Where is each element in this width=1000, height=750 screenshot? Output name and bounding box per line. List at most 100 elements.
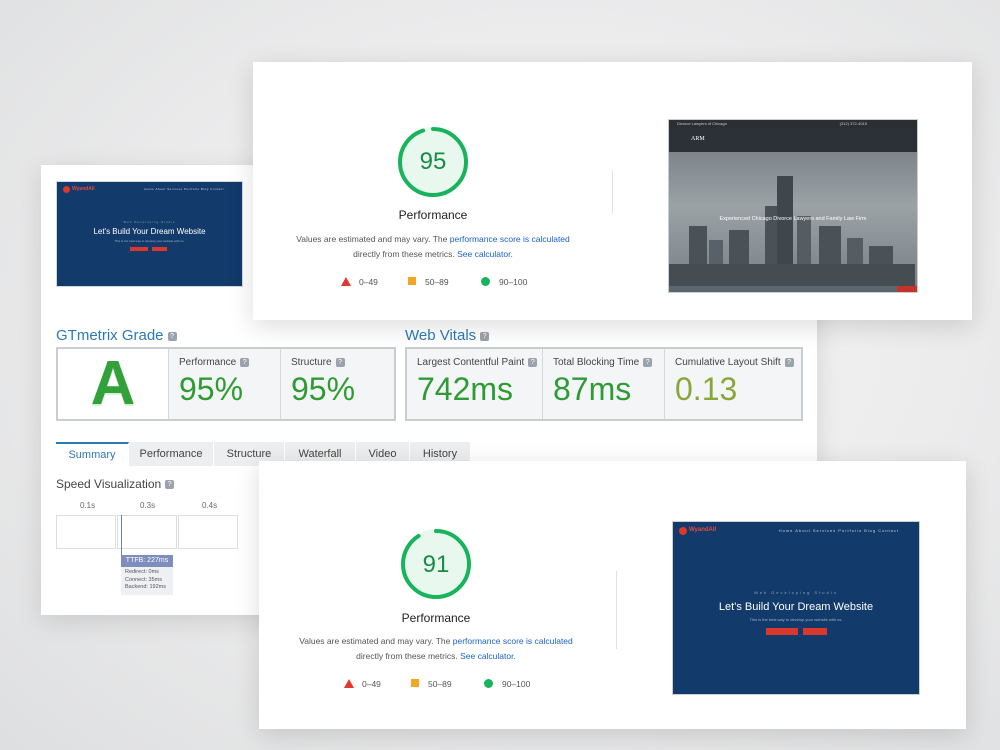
pass-circle-icon: [484, 679, 493, 688]
screenshot-navbar: ARM: [669, 128, 917, 152]
web-vitals-title: Web Vitals: [405, 327, 477, 344]
tab-summary[interactable]: Summary: [56, 442, 129, 466]
score-note: Values are estimated and may vary. The p…: [263, 232, 603, 262]
fail-triangle-icon: [341, 277, 351, 286]
fail-triangle-icon: [344, 679, 354, 688]
lcp-metric: Largest Contentful Paint? 742ms: [407, 349, 542, 419]
screenshot-tagline: Web Developing Studio: [754, 590, 838, 595]
average-square-icon: [411, 679, 419, 687]
logo-icon: [63, 186, 70, 193]
see-calculator-link[interactable]: See calculator.: [460, 651, 516, 661]
metric-label: Performance?: [179, 357, 250, 368]
metric-label: Cumulative Layout Shift?: [675, 357, 794, 368]
tbt-metric: Total Blocking Time? 87ms: [542, 349, 665, 419]
screenshot-brand: ARM: [691, 136, 705, 142]
performance-score: 91: [422, 551, 450, 578]
gtmetrix-grade-heading: GTmetrix Grade?: [56, 327, 177, 344]
performance-value: 95%: [179, 371, 244, 407]
web-vitals-heading: Web Vitals?: [405, 327, 490, 344]
thumbnail-links: Home About Services Portfolio Blog Conta…: [144, 187, 224, 191]
divider: [612, 170, 613, 214]
help-icon[interactable]: ?: [240, 357, 250, 367]
performance-metric: Performance? 95%: [168, 349, 281, 419]
help-icon[interactable]: ?: [480, 331, 490, 341]
screenshot-headline: Let's Build Your Dream Website: [718, 601, 874, 613]
thumbnail-subline: This is the best way to develop your web…: [114, 239, 185, 243]
ttfb-marker: [121, 515, 122, 555]
thumbnail-nav: WyandAll Home About Services Portfolio B…: [63, 186, 236, 194]
site-thumbnail: WyandAll Home About Services Portfolio B…: [56, 181, 243, 287]
screenshot-corner-badge: [897, 286, 917, 292]
legend-pass: 90–100: [502, 679, 531, 689]
structure-label: Structure: [291, 357, 332, 368]
ttfb-details: Redirect: 0ms Connect: 35ms Backend: 192…: [121, 567, 173, 595]
performance-title: Performance: [398, 208, 468, 222]
screenshot-headline: Experienced Chicago Divorce Lawyers and …: [719, 216, 867, 222]
help-icon[interactable]: ?: [167, 331, 177, 341]
screenshot-button-primary: [766, 628, 798, 635]
screenshot-phone: (312) 372-4015: [839, 121, 867, 126]
timeline-frame: [178, 515, 238, 549]
lcp-label: Largest Contentful Paint: [417, 357, 525, 368]
screenshot-nav: Home About Services Portfolio Blog Conta…: [778, 528, 899, 533]
score-calculation-link[interactable]: performance score is calculated: [453, 636, 573, 646]
web-vitals-box: Largest Contentful Paint? 742ms Total Bl…: [405, 347, 803, 421]
screenshot-logo: WyandAll: [689, 527, 717, 533]
screenshot-button-secondary: [803, 628, 827, 635]
screenshot-topbar: Divorce Lawyers of Chicago (312) 372-401…: [669, 120, 917, 128]
tab-performance[interactable]: Performance: [129, 442, 214, 466]
note-text: Values are estimated and may vary. The: [296, 234, 450, 244]
help-icon[interactable]: ?: [528, 357, 538, 367]
performance-label: Performance: [179, 357, 237, 368]
thumbnail-button-secondary: [152, 247, 167, 251]
metric-label: Structure?: [291, 357, 345, 368]
help-icon[interactable]: ?: [335, 357, 345, 367]
structure-value: 95%: [291, 371, 356, 407]
help-icon[interactable]: ?: [165, 480, 175, 490]
thumbnail-button-primary: [130, 247, 148, 251]
cls-metric: Cumulative Layout Shift? 0.13: [664, 349, 800, 419]
skyline-building: [669, 264, 915, 286]
score-legend: 0–49 50–89 90–100: [341, 277, 541, 289]
thumbnail-logo: WyandAll: [72, 186, 95, 192]
score-legend: 0–49 50–89 90–100: [344, 679, 544, 691]
divider: [616, 571, 617, 649]
speed-visualization-title: Speed Visualization: [56, 477, 162, 491]
lighthouse-card-bottom: 91 Performance Values are estimated and …: [259, 461, 966, 729]
legend-pass: 90–100: [499, 277, 528, 287]
performance-title: Performance: [401, 611, 471, 625]
ttfb-redirect: Redirect: 0ms: [125, 569, 159, 575]
score-calculation-link[interactable]: performance score is calculated: [450, 234, 570, 244]
timeline-tick: 0.3s: [140, 501, 156, 510]
site-screenshot: Divorce Lawyers of Chicago (312) 372-401…: [668, 119, 918, 293]
score-note: Values are estimated and may vary. The p…: [266, 634, 606, 664]
screenshot-topbar-text: Divorce Lawyers of Chicago: [677, 121, 727, 126]
performance-score: 95: [419, 148, 447, 175]
gtmetrix-grade-title: GTmetrix Grade: [56, 327, 164, 344]
structure-metric: Structure? 95%: [280, 349, 393, 419]
timeline-frame: [117, 515, 177, 549]
lcp-value: 742ms: [417, 371, 514, 407]
lighthouse-card-top: 95 Performance Values are estimated and …: [253, 62, 972, 320]
pass-circle-icon: [481, 277, 490, 286]
help-icon[interactable]: ?: [643, 357, 653, 367]
speed-visualization-heading: Speed Visualization?: [56, 477, 175, 491]
metric-label: Total Blocking Time?: [553, 357, 653, 368]
legend-fail: 0–49: [362, 679, 381, 689]
legend-average: 50–89: [428, 679, 452, 689]
note-text: Values are estimated and may vary. The: [299, 636, 453, 646]
thumbnail-tagline: Web Developing Studio: [123, 220, 176, 224]
grade-box: A Performance? 95% Structure? 95%: [56, 347, 396, 421]
timeline-tick: 0.4s: [202, 501, 218, 510]
legend-average: 50–89: [425, 277, 449, 287]
see-calculator-link[interactable]: See calculator.: [457, 249, 513, 259]
ttfb-connect: Connect: 35ms: [125, 576, 162, 583]
thumbnail-headline: Let's Build Your Dream Website: [93, 227, 206, 236]
tbt-value: 87ms: [553, 371, 632, 407]
cls-label: Cumulative Layout Shift: [675, 357, 781, 368]
grade-letter: A: [58, 349, 168, 419]
screenshot-subline: This is the best way to develop your web…: [749, 617, 843, 622]
ttfb-label: TTFB: 227ms: [121, 555, 173, 567]
help-icon[interactable]: ?: [784, 357, 794, 367]
logo-icon: [679, 527, 687, 535]
